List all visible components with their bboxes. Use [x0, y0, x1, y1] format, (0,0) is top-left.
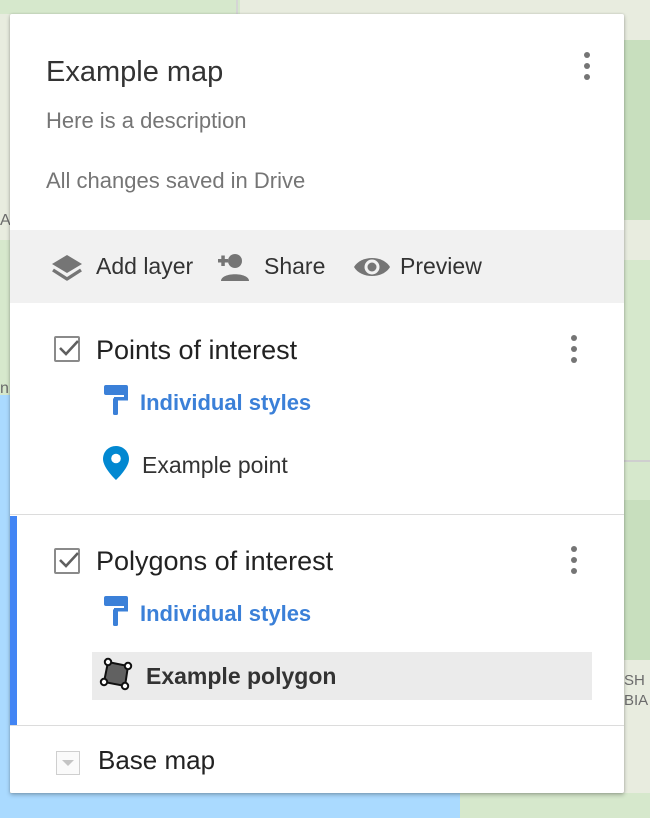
base-map-label: Base map: [98, 744, 216, 775]
individual-styles-label: Individual styles: [140, 600, 312, 626]
panel-toolbar: Add layer Share Preview: [10, 230, 624, 303]
feature-item[interactable]: Example polygon: [92, 652, 592, 700]
feature-label: Example polygon: [146, 662, 337, 689]
map-water: [0, 793, 460, 818]
share-label: Share: [264, 253, 326, 279]
layer-visibility-checkbox[interactable]: [54, 548, 80, 574]
map-label: SH: [624, 672, 645, 689]
map-water: [0, 395, 10, 818]
map-road: [236, 0, 238, 14]
paint-roller-icon: [102, 594, 130, 633]
check-icon: [59, 340, 79, 356]
preview-button[interactable]: Preview: [352, 230, 482, 303]
share-button[interactable]: Share: [216, 230, 325, 303]
map-road: [624, 460, 650, 462]
add-layer-button[interactable]: Add layer: [50, 230, 193, 303]
feature-item[interactable]: Example point: [92, 441, 592, 489]
more-vert-icon[interactable]: [562, 540, 586, 580]
polygon-icon: [98, 656, 134, 697]
feature-label: Example point: [142, 451, 288, 478]
active-layer-indicator: [10, 516, 17, 725]
eye-icon: [352, 253, 392, 281]
chevron-down-icon: [56, 751, 80, 775]
layers-icon: [50, 252, 84, 282]
layers-panel: Example map Here is a description All ch…: [10, 14, 624, 793]
person-add-icon: [216, 252, 256, 282]
map-title[interactable]: Example map: [46, 56, 223, 89]
map-park: [620, 260, 650, 500]
layer-name[interactable]: Points of interest: [96, 335, 297, 366]
individual-styles-label: Individual styles: [140, 389, 312, 415]
map-park: [460, 793, 650, 818]
preview-label: Preview: [400, 253, 482, 279]
panel-header: Example map Here is a description All ch…: [10, 14, 624, 230]
paint-roller-icon: [102, 383, 130, 422]
add-layer-label: Add layer: [96, 253, 194, 279]
layer-visibility-checkbox[interactable]: [54, 336, 80, 362]
map-label: BIA: [624, 692, 649, 709]
map-park: [0, 240, 10, 400]
save-status: All changes saved in Drive: [46, 168, 306, 193]
map-label: n: [0, 380, 9, 397]
place-pin-icon: [102, 445, 130, 486]
map-park: [624, 500, 650, 660]
more-vert-icon[interactable]: [575, 46, 599, 86]
more-vert-icon[interactable]: [562, 329, 586, 369]
base-map-toggle[interactable]: Base map: [10, 727, 624, 793]
layer-name[interactable]: Polygons of interest: [96, 546, 333, 577]
map-park: [0, 0, 240, 14]
individual-styles-button[interactable]: Individual styles: [102, 594, 311, 633]
check-icon: [59, 552, 79, 568]
layer-polygons-of-interest: Polygons of interest Individual styles E…: [10, 516, 624, 726]
layer-points-of-interest: Points of interest Individual styles Exa…: [10, 303, 624, 515]
individual-styles-button[interactable]: Individual styles: [102, 383, 311, 422]
map-description[interactable]: Here is a description: [46, 108, 247, 134]
